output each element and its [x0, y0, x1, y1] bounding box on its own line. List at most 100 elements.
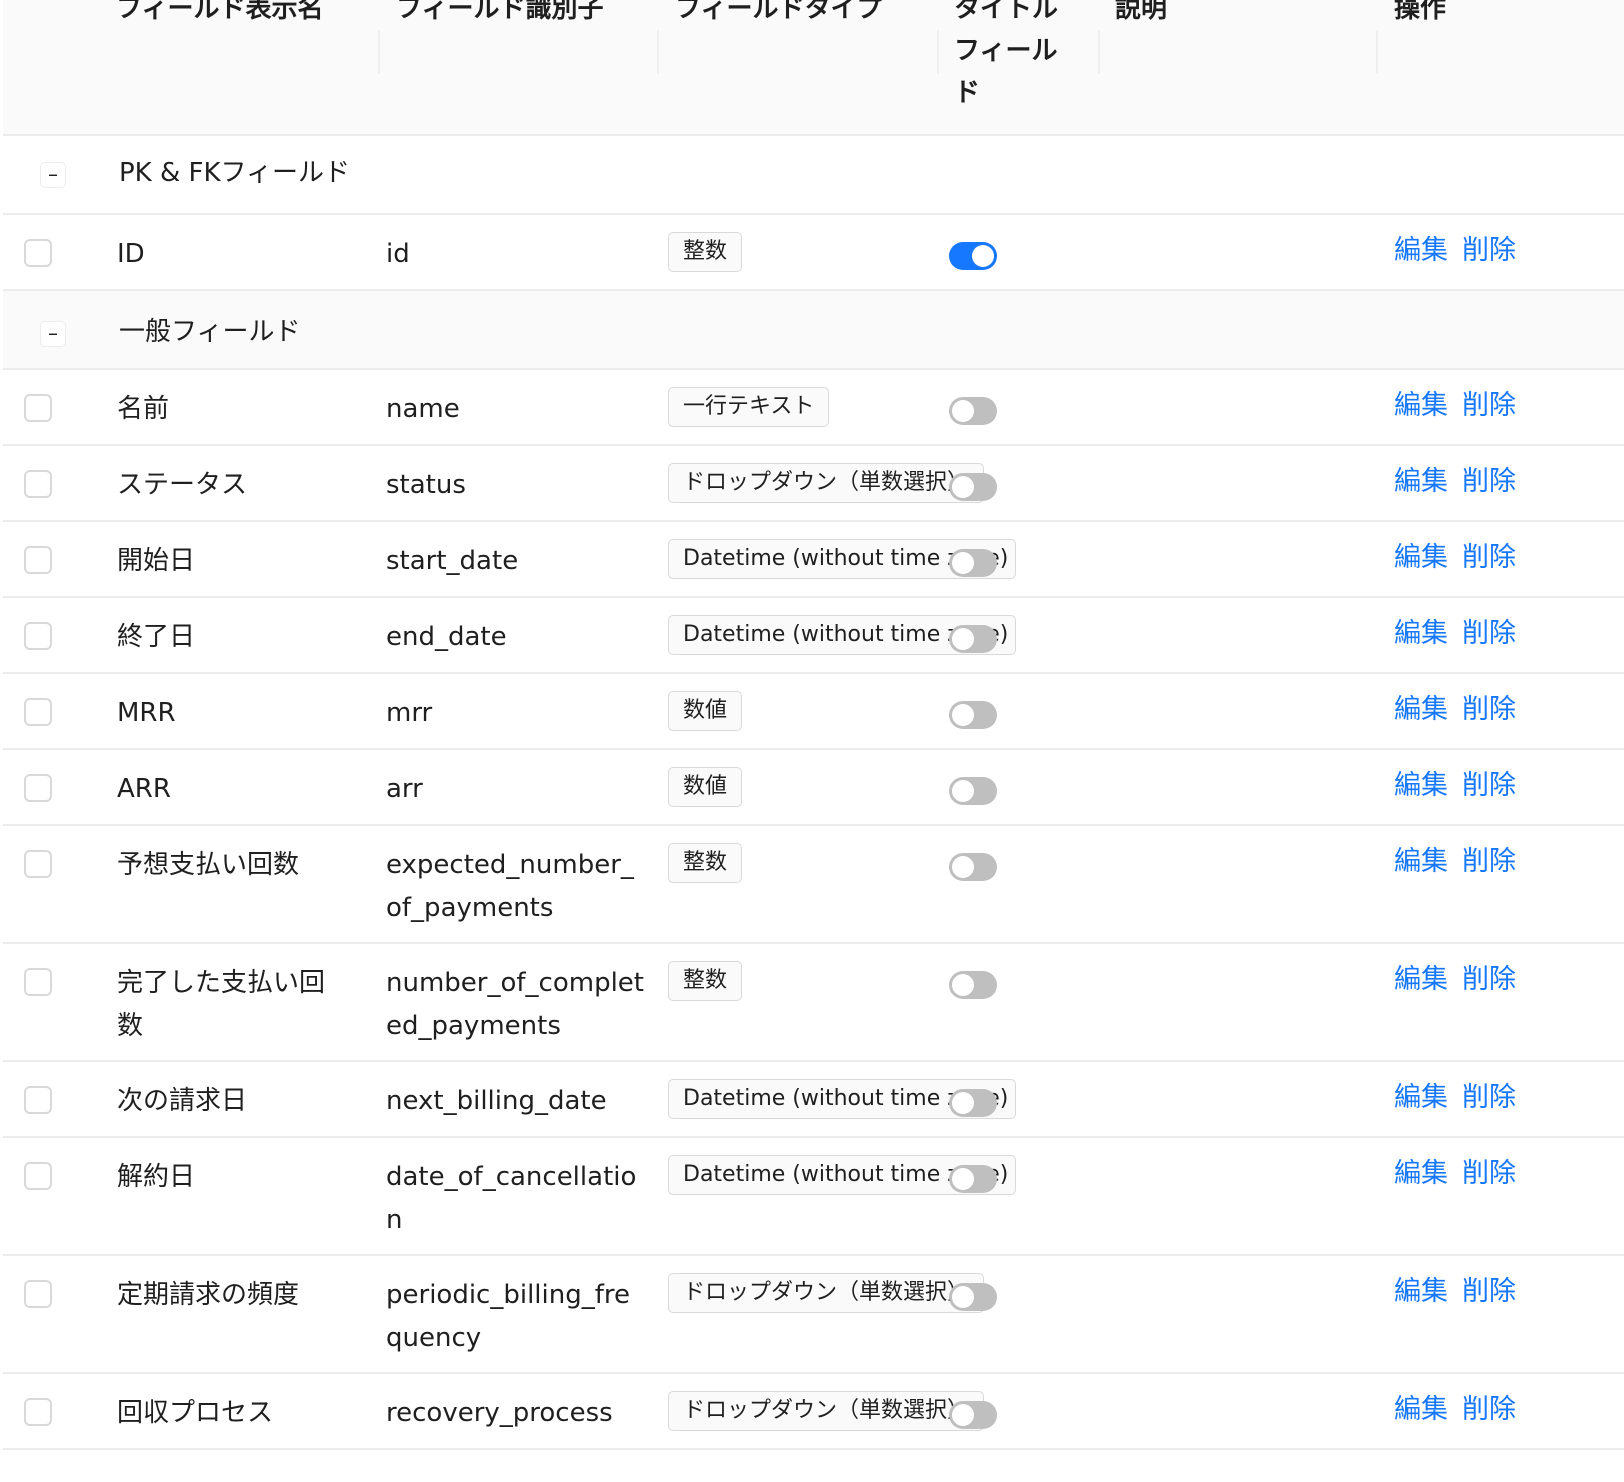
delete-link[interactable]: 削除 [1462, 1082, 1516, 1113]
edit-link[interactable]: 編集 [1394, 618, 1448, 649]
row-actions: 編集 削除 [1394, 229, 1516, 273]
field-type-tag: ドロップダウン（単数選択） [668, 1273, 985, 1313]
toggle-knob [952, 704, 974, 726]
delete-link[interactable]: 削除 [1462, 770, 1516, 801]
edit-link[interactable]: 編集 [1394, 1276, 1448, 1307]
row-select-checkbox[interactable] [24, 1162, 52, 1190]
field-identifier: periodic_billing_frequency [386, 1280, 630, 1353]
edit-link[interactable]: 編集 [1394, 1082, 1448, 1113]
field-display-name: 開始日 [117, 546, 196, 576]
toggle-knob [952, 552, 974, 574]
toggle-knob [952, 780, 974, 802]
title-field-toggle[interactable] [949, 1165, 997, 1193]
title-field-toggle[interactable] [949, 1089, 997, 1117]
row-select-checkbox[interactable] [24, 1398, 52, 1426]
field-identifier: end_date [386, 622, 507, 652]
title-field-toggle[interactable] [949, 1401, 997, 1429]
row-select-checkbox[interactable] [24, 470, 52, 498]
title-field-toggle[interactable] [949, 549, 997, 577]
column-header-title-field-line: タイトル [954, 0, 1059, 24]
collapse-group-button[interactable]: – [40, 162, 66, 188]
field-identifier: arr [386, 774, 423, 804]
collapse-group-button[interactable]: – [40, 321, 66, 347]
group-row-general: – 一般フィールド [3, 291, 1624, 370]
delete-link[interactable]: 削除 [1462, 466, 1516, 497]
delete-link[interactable]: 削除 [1462, 1276, 1516, 1307]
toggle-knob [952, 856, 974, 878]
row-select-checkbox[interactable] [24, 968, 52, 996]
delete-link[interactable]: 削除 [1462, 1158, 1516, 1189]
delete-link[interactable]: 削除 [1462, 964, 1516, 995]
edit-link[interactable]: 編集 [1394, 1394, 1448, 1425]
field-identifier: date_of_cancellation [386, 1162, 637, 1235]
delete-link[interactable]: 削除 [1462, 235, 1516, 266]
table-row: 終了日 end_date Datetime (without time zone) 編… [3, 598, 1624, 674]
column-divider [657, 30, 659, 74]
field-identifier: recovery_process [386, 1398, 613, 1428]
column-header-title-field-line: ド [954, 78, 981, 108]
title-field-toggle[interactable] [949, 701, 997, 729]
table-body: – PK & FKフィールド ID id 整数 編集 削除 – 一般フィールド 名前 name 一行テ… [3, 136, 1624, 1450]
field-type-tag: 数値 [668, 767, 743, 807]
row-select-checkbox[interactable] [24, 622, 52, 650]
row-select-checkbox[interactable] [24, 774, 52, 802]
field-display-name: 次の請求日 [117, 1086, 248, 1116]
title-field-toggle[interactable] [949, 777, 997, 805]
title-field-toggle[interactable] [949, 1283, 997, 1311]
delete-link[interactable]: 削除 [1462, 618, 1516, 649]
row-select-checkbox[interactable] [24, 239, 52, 267]
row-select-checkbox[interactable] [24, 850, 52, 878]
edit-link[interactable]: 編集 [1394, 964, 1448, 995]
row-select-checkbox[interactable] [24, 698, 52, 726]
edit-link[interactable]: 編集 [1394, 1158, 1448, 1189]
edit-link[interactable]: 編集 [1394, 694, 1448, 725]
row-actions: 編集 削除 [1394, 1388, 1516, 1432]
table-row: 完了した支払い回数 number_of_completed_payments 整数 編… [3, 944, 1624, 1062]
delete-link[interactable]: 削除 [1462, 542, 1516, 573]
table-row: MRR mrr 数値 編集 削除 [3, 674, 1624, 750]
toggle-knob [972, 245, 994, 267]
row-actions: 編集 削除 [1394, 764, 1516, 808]
field-identifier: mrr [386, 698, 433, 728]
title-field-toggle[interactable] [949, 242, 997, 270]
edit-link[interactable]: 編集 [1394, 466, 1448, 497]
field-display-name: MRR [117, 698, 176, 728]
toggle-knob [952, 476, 974, 498]
title-field-toggle[interactable] [949, 971, 997, 999]
row-select-checkbox[interactable] [24, 1280, 52, 1308]
row-actions: 編集 削除 [1394, 536, 1516, 580]
edit-link[interactable]: 編集 [1394, 770, 1448, 801]
title-field-toggle[interactable] [949, 473, 997, 501]
field-identifier: expected_number_of_payments [386, 850, 634, 923]
toggle-knob [952, 400, 974, 422]
row-actions: 編集 削除 [1394, 1270, 1516, 1314]
toggle-knob [952, 628, 974, 650]
field-display-name: 回収プロセス [117, 1398, 274, 1428]
table-row: ARR arr 数値 編集 削除 [3, 750, 1624, 826]
row-select-checkbox[interactable] [24, 394, 52, 422]
table-row: 回収プロセス recovery_process ドロップダウン（単数選択） 編集 削除 [3, 1374, 1624, 1450]
delete-link[interactable]: 削除 [1462, 390, 1516, 421]
column-divider [1098, 30, 1100, 74]
edit-link[interactable]: 編集 [1394, 542, 1448, 573]
delete-link[interactable]: 削除 [1462, 846, 1516, 877]
title-field-toggle[interactable] [949, 397, 997, 425]
title-field-toggle[interactable] [949, 853, 997, 881]
group-label: 一般フィールド [119, 317, 301, 347]
column-header-display-name: フィールド表示名 [116, 0, 324, 24]
row-select-checkbox[interactable] [24, 546, 52, 574]
field-type-tag: 整数 [668, 843, 743, 883]
field-display-name: 完了した支払い回数 [117, 968, 326, 1041]
edit-link[interactable]: 編集 [1394, 846, 1448, 877]
edit-link[interactable]: 編集 [1394, 390, 1448, 421]
row-actions: 編集 削除 [1394, 1076, 1516, 1120]
title-field-toggle[interactable] [949, 625, 997, 653]
row-actions: 編集 削除 [1394, 688, 1516, 732]
fields-table: フィールド表示名 フィールド識別子 フィールドタイプ タイトル フィール ド 説… [3, 0, 1624, 1450]
field-display-name: 終了日 [117, 622, 196, 652]
delete-link[interactable]: 削除 [1462, 1394, 1516, 1425]
table-row: 定期請求の頻度 periodic_billing_frequency ドロップダウン… [3, 1256, 1624, 1374]
edit-link[interactable]: 編集 [1394, 235, 1448, 266]
delete-link[interactable]: 削除 [1462, 694, 1516, 725]
row-select-checkbox[interactable] [24, 1086, 52, 1114]
